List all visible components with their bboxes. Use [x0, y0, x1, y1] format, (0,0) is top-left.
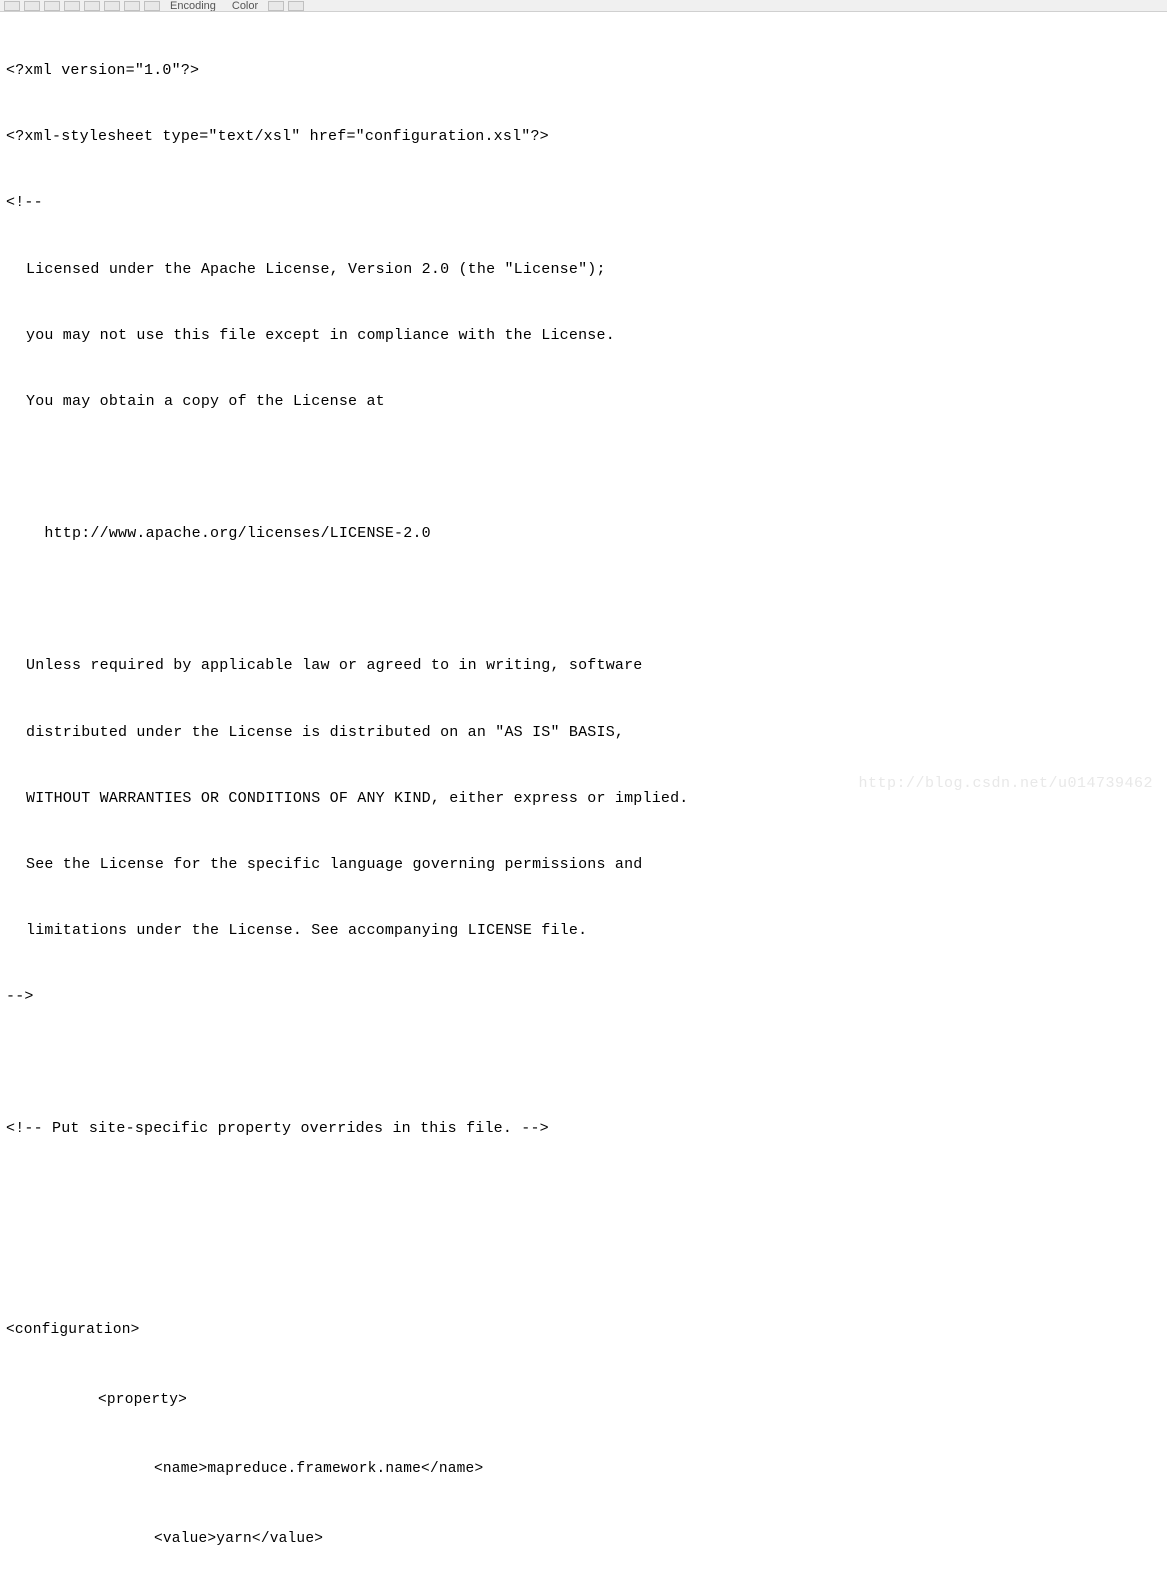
code-line: <configuration>	[6, 1319, 1161, 1342]
code-line: <!-- Put site-specific property override…	[6, 1118, 1161, 1140]
toolbar-icon[interactable]	[24, 1, 40, 11]
code-line: http://www.apache.org/licenses/LICENSE-2…	[6, 523, 1161, 545]
code-line	[6, 1052, 1161, 1074]
code-line	[6, 1184, 1161, 1206]
code-line: <!--	[6, 192, 1161, 214]
toolbar-icon[interactable]	[288, 1, 304, 11]
toolbar-icon[interactable]	[84, 1, 100, 11]
toolbar-icon[interactable]	[144, 1, 160, 11]
toolbar-icon[interactable]	[64, 1, 80, 11]
code-line	[6, 589, 1161, 611]
code-line: distributed under the License is distrib…	[6, 722, 1161, 744]
code-line: -->	[6, 986, 1161, 1008]
code-editor[interactable]: <?xml version="1.0"?> <?xml-stylesheet t…	[0, 12, 1167, 1596]
code-line: <property>	[6, 1389, 1161, 1412]
code-line: Unless required by applicable law or agr…	[6, 655, 1161, 677]
code-line: you may not use this file except in comp…	[6, 325, 1161, 347]
toolbar-icon[interactable]	[44, 1, 60, 11]
toolbar-icon[interactable]	[268, 1, 284, 11]
toolbar-icon[interactable]	[104, 1, 120, 11]
code-line: See the License for the specific languag…	[6, 854, 1161, 876]
code-line: limitations under the License. See accom…	[6, 920, 1161, 942]
code-line: <name>mapreduce.framework.name</name>	[6, 1458, 1161, 1481]
code-line	[6, 457, 1161, 479]
toolbar-icon[interactable]	[124, 1, 140, 11]
watermark: http://blog.csdn.net/u014739462	[858, 775, 1153, 792]
configuration-block: <configuration> <property> <name>mapredu…	[6, 1273, 1161, 1596]
code-line: <?xml-stylesheet type="text/xsl" href="c…	[6, 126, 1161, 148]
code-line: Licensed under the Apache License, Versi…	[6, 259, 1161, 281]
code-line: You may obtain a copy of the License at	[6, 391, 1161, 413]
code-line: <?xml version="1.0"?>	[6, 60, 1161, 82]
toolbar: Encoding Color	[0, 0, 1167, 12]
toolbar-icon[interactable]	[4, 1, 20, 11]
encoding-label[interactable]: Encoding	[164, 0, 222, 12]
code-line: <value>yarn</value>	[6, 1528, 1161, 1551]
color-label[interactable]: Color	[226, 0, 264, 12]
